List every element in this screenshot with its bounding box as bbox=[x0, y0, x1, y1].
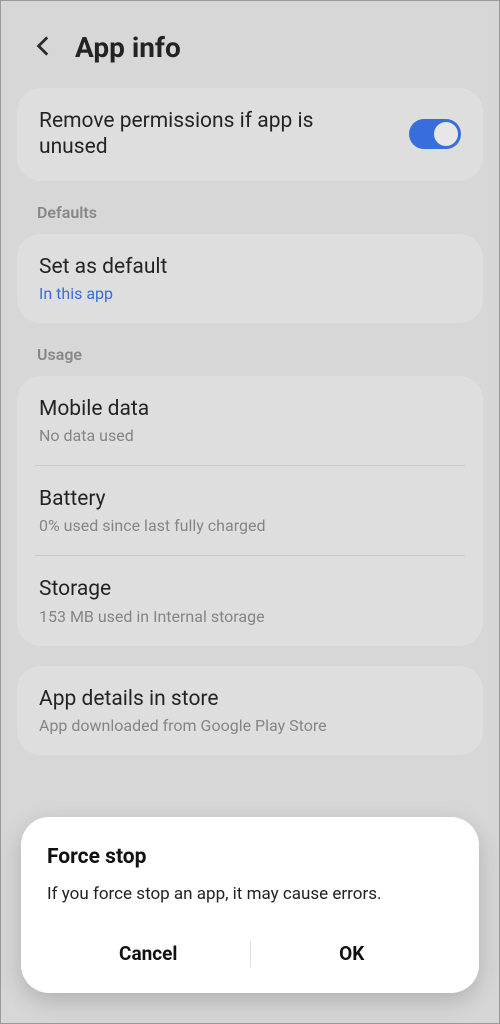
remove-permissions-card: Remove permissions if app is unused bbox=[17, 88, 483, 181]
ok-button[interactable]: OK bbox=[251, 928, 454, 979]
remove-permissions-label: Remove permissions if app is unused bbox=[39, 108, 359, 161]
dialog-title: Force stop bbox=[47, 845, 453, 869]
header-bar: App info bbox=[9, 9, 491, 84]
set-as-default-row[interactable]: Set as default In this app bbox=[17, 234, 483, 323]
force-stop-dialog: Force stop If you force stop an app, it … bbox=[21, 817, 479, 993]
section-defaults: Defaults bbox=[9, 185, 491, 230]
set-as-default-subtitle: In this app bbox=[39, 284, 167, 303]
battery-title: Battery bbox=[39, 486, 265, 512]
back-icon[interactable] bbox=[31, 33, 57, 63]
storage-row[interactable]: Storage 153 MB used in Internal storage bbox=[17, 556, 483, 645]
usage-card: Mobile data No data used Battery 0% used… bbox=[17, 376, 483, 646]
page-title: App info bbox=[75, 31, 181, 64]
mobile-data-row[interactable]: Mobile data No data used bbox=[17, 376, 483, 465]
battery-subtitle: 0% used since last fully charged bbox=[39, 516, 265, 535]
remove-permissions-toggle[interactable] bbox=[409, 119, 461, 149]
app-details-row[interactable]: App details in store App downloaded from… bbox=[17, 666, 483, 755]
mobile-data-subtitle: No data used bbox=[39, 426, 149, 445]
app-details-subtitle: App downloaded from Google Play Store bbox=[39, 716, 327, 735]
dialog-message: If you force stop an app, it may cause e… bbox=[47, 883, 453, 906]
app-details-title: App details in store bbox=[39, 686, 327, 712]
section-usage: Usage bbox=[9, 327, 491, 372]
battery-row[interactable]: Battery 0% used since last fully charged bbox=[17, 466, 483, 555]
defaults-card: Set as default In this app bbox=[17, 234, 483, 323]
storage-subtitle: 153 MB used in Internal storage bbox=[39, 607, 265, 626]
storage-title: Storage bbox=[39, 576, 265, 602]
mobile-data-title: Mobile data bbox=[39, 396, 149, 422]
cancel-button[interactable]: Cancel bbox=[47, 928, 250, 979]
app-details-card: App details in store App downloaded from… bbox=[17, 666, 483, 755]
set-as-default-title: Set as default bbox=[39, 254, 167, 280]
